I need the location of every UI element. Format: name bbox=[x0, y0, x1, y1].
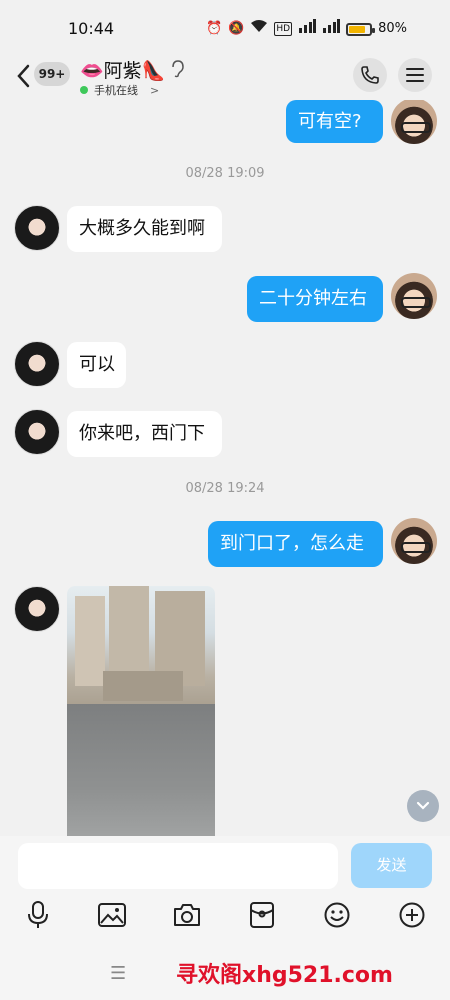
chat-header: 99+ 👄阿紫👠 手机在线 > bbox=[0, 56, 450, 100]
scroll-to-bottom-button[interactable] bbox=[407, 790, 439, 822]
camera-icon[interactable] bbox=[172, 900, 202, 930]
red-packet-icon[interactable] bbox=[247, 900, 277, 930]
contact-avatar[interactable] bbox=[14, 409, 60, 455]
send-button[interactable]: 发送 bbox=[351, 843, 432, 888]
contact-name[interactable]: 👄阿紫👠 bbox=[80, 56, 165, 83]
online-status-row[interactable]: 手机在线 > bbox=[80, 82, 159, 98]
photo-gate bbox=[103, 671, 183, 701]
contact-avatar[interactable] bbox=[14, 341, 60, 387]
sent-message[interactable]: 可有空? bbox=[286, 100, 383, 143]
my-avatar[interactable] bbox=[391, 273, 437, 319]
message-list[interactable]: 可有空? 08/28 19:09 大概多久能到啊 二十分钟左右 可以 你来吧，西… bbox=[0, 100, 450, 836]
online-dot bbox=[80, 86, 88, 94]
status-time: 10:44 bbox=[68, 19, 115, 38]
mute-icon: 🔕 bbox=[228, 21, 245, 36]
received-message[interactable]: 你来吧，西门下 bbox=[67, 411, 222, 457]
back-arrow-icon[interactable] bbox=[14, 62, 32, 90]
plus-icon[interactable] bbox=[397, 900, 427, 930]
online-status-text: 手机在线 bbox=[94, 84, 138, 97]
contact-avatar[interactable] bbox=[14, 205, 60, 251]
sent-message[interactable]: 到门口了，怎么走 bbox=[208, 521, 383, 567]
chevron-down-icon bbox=[416, 801, 430, 810]
chat-menu-button[interactable] bbox=[398, 58, 432, 92]
call-button[interactable] bbox=[353, 58, 387, 92]
alarm-icon: ⏰ bbox=[206, 21, 223, 36]
signal-icon-2 bbox=[322, 18, 341, 40]
received-message[interactable]: 可以 bbox=[67, 342, 126, 388]
input-area: 发送 ☰ 寻欢阁xhg521.com bbox=[0, 836, 450, 1000]
ear-icon bbox=[170, 60, 184, 82]
signal-icon bbox=[298, 18, 317, 40]
microphone-icon[interactable] bbox=[23, 900, 53, 930]
battery-icon bbox=[346, 22, 376, 36]
menu-icon bbox=[406, 68, 424, 82]
my-avatar[interactable] bbox=[391, 518, 437, 564]
message-input[interactable] bbox=[18, 843, 338, 889]
contact-avatar[interactable] bbox=[14, 586, 60, 632]
sent-message[interactable]: 二十分钟左右 bbox=[247, 276, 383, 322]
battery-percent: 80% bbox=[378, 21, 407, 36]
my-avatar[interactable] bbox=[391, 100, 437, 144]
chevron-right-icon: > bbox=[150, 83, 160, 97]
received-photo[interactable] bbox=[67, 586, 215, 836]
status-icons: ⏰ 🔕 HD 80% bbox=[206, 18, 407, 40]
message-timestamp: 08/28 19:24 bbox=[185, 481, 265, 496]
photo-building bbox=[75, 596, 105, 686]
watermark: 寻欢阁xhg521.com bbox=[176, 963, 393, 988]
input-toolbar bbox=[0, 900, 450, 932]
nav-menu-icon[interactable]: ☰ bbox=[110, 963, 126, 984]
system-nav-bar: ☰ 寻欢阁xhg521.com bbox=[0, 955, 450, 1000]
wifi-icon bbox=[250, 19, 268, 40]
unread-count-badge[interactable]: 99+ bbox=[34, 62, 70, 86]
emoji-icon[interactable] bbox=[322, 900, 352, 930]
photo-road bbox=[67, 704, 215, 836]
hd-icon: HD bbox=[274, 22, 293, 36]
status-bar: 10:44 ⏰ 🔕 HD 80% bbox=[0, 0, 450, 56]
received-message[interactable]: 大概多久能到啊 bbox=[67, 206, 222, 252]
message-timestamp: 08/28 19:09 bbox=[185, 166, 265, 181]
phone-icon bbox=[361, 66, 379, 84]
image-icon[interactable] bbox=[97, 900, 127, 930]
